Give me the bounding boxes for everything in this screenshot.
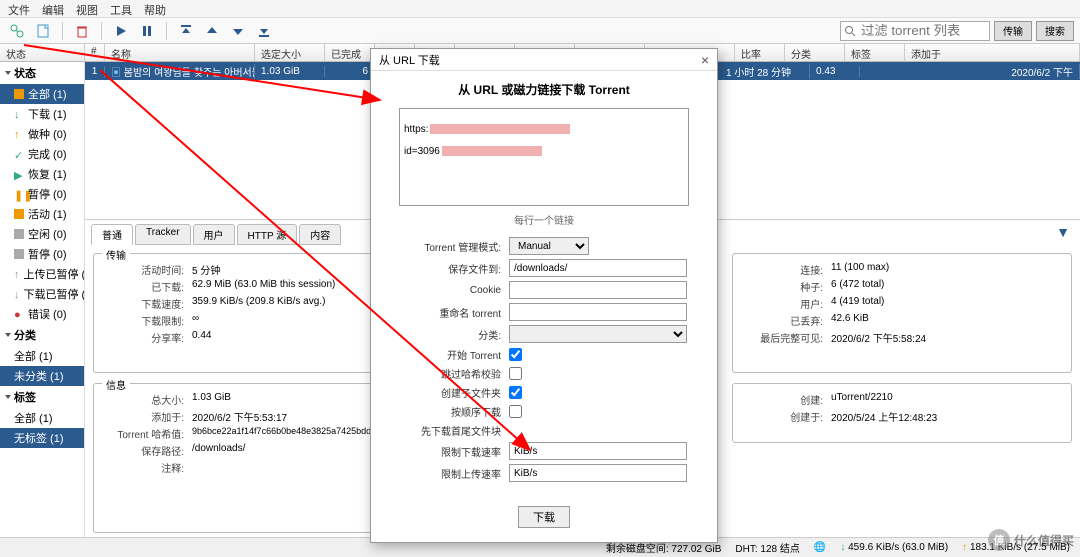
menu-edit[interactable]: 编辑 [42,2,64,15]
move-top-icon[interactable] [175,20,197,42]
add-link-icon[interactable] [6,20,28,42]
sidebar-status-header: 状态 [14,65,36,81]
move-bottom-icon[interactable] [253,20,275,42]
col-category[interactable]: 分类 [785,44,845,61]
sidebar-all[interactable]: 全部 (1) [0,84,84,104]
add-url-dialog: 从 URL 下载 × 从 URL 或磁力链接下载 Torrent https: … [370,48,718,543]
watermark: 值什么值得买 [988,529,1074,551]
sidebar-tag-all[interactable]: 全部 (1) [0,408,84,428]
menu-help[interactable]: 帮助 [144,2,166,15]
download-button[interactable]: 下载 [518,506,570,528]
resume-icon[interactable] [110,20,132,42]
transfer-panel: 传输 活动时间:5 分钟 已下载:62.9 MiB (63.0 MiB this… [93,253,403,373]
sidebar-category-header: 分类 [14,327,36,343]
sidebar-active[interactable]: 活动 (1) [0,204,84,224]
creation-panel: 创建:uTorrent/2210 创建于:2020/5/24 上午12:48:2… [732,383,1072,443]
dialog-heading: 从 URL 或磁力链接下载 Torrent [371,71,717,108]
tab-tracker[interactable]: Tracker [135,224,191,245]
sidebar-tag-untagged[interactable]: 无标签 (1) [0,428,84,448]
url-textarea[interactable]: https: id=3096 [399,108,689,206]
sidebar: 状态 全部 (1) ↓下载 (1) ↑做种 (0) ✓完成 (0) ▶恢复 (1… [0,62,85,537]
category-select[interactable] [509,325,687,343]
toolbar: 传输 搜索 [0,18,1080,44]
saveto-input[interactable] [509,259,687,277]
info-panel: 信息 总大小:1.03 GiB 添加于:2020/6/2 下午5:53:17 T… [93,383,403,533]
start-checkbox[interactable] [509,348,522,361]
sidebar-seeding[interactable]: ↑做种 (0) [0,124,84,144]
col-status[interactable]: 状态 [0,44,85,61]
ullimit-input[interactable] [509,464,687,482]
tab-general[interactable]: 普通 [91,224,133,245]
sidebar-cat-all[interactable]: 全部 (1) [0,346,84,366]
seqdl-checkbox[interactable] [509,405,522,418]
tab-content[interactable]: 内容 [299,224,341,245]
delete-icon[interactable] [71,20,93,42]
menu-file[interactable]: 文件 [8,2,30,15]
collapse-icon[interactable]: ▼ [1056,224,1070,245]
mode-select[interactable]: Manual [509,237,589,255]
col-tags[interactable]: 标签 [845,44,905,61]
search-button[interactable]: 搜索 [1036,21,1074,41]
sidebar-downloading[interactable]: ↓下载 (1) [0,104,84,124]
sidebar-ul-paused[interactable]: ↑上传已暂停 (0) [0,264,84,284]
sidebar-dl-paused[interactable]: ↓下载已暂停 (0) [0,284,84,304]
cookie-input[interactable] [509,281,687,299]
menu-view[interactable]: 视图 [76,2,98,15]
col-size[interactable]: 选定大小 [255,44,325,61]
subfolder-checkbox[interactable] [509,386,522,399]
sidebar-stalled[interactable]: 暂停 (0) [0,244,84,264]
dht-status: DHT: 128 结点 [735,540,799,555]
col-num[interactable]: # [85,44,105,61]
dl-rate[interactable]: ↓ 459.6 KiB/s (63.0 MiB) [840,542,948,553]
close-icon[interactable]: × [701,52,709,68]
add-file-icon[interactable] [32,20,54,42]
tab-http[interactable]: HTTP 源 [237,224,298,245]
move-up-icon[interactable] [201,20,223,42]
move-down-icon[interactable] [227,20,249,42]
sidebar-resumed[interactable]: ▶恢复 (1) [0,164,84,184]
skiphash-checkbox[interactable] [509,367,522,380]
col-name[interactable]: 名称 [105,44,255,61]
transfers-button[interactable]: 传输 [994,21,1032,41]
pause-icon[interactable] [136,20,158,42]
col-done[interactable]: 已完成 [325,44,375,61]
conn-panel: 连接:11 (100 max) 种子:6 (472 total) 用户:4 (4… [732,253,1072,373]
sidebar-errored[interactable]: ●错误 (0) [0,304,84,324]
rename-input[interactable] [509,303,687,321]
sidebar-cat-uncategorized[interactable]: 未分类 (1) [0,366,84,386]
dialog-hint: 每行一个链接 [371,212,717,227]
connection-icon[interactable]: 🌐 [814,542,826,553]
tab-peers[interactable]: 用户 [193,224,235,245]
sidebar-paused[interactable]: ❚❚暂停 (0) [0,184,84,204]
col-ratio[interactable]: 比率 [735,44,785,61]
dllimit-input[interactable] [509,442,687,460]
sidebar-tags-header: 标签 [14,389,36,405]
col-added[interactable]: 添加于 [905,44,1080,61]
menubar: 文件 编辑 视图 工具 帮助 [0,0,1080,18]
sidebar-idle[interactable]: 空闲 (0) [0,224,84,244]
dialog-title: 从 URL 下载 [379,52,440,68]
menu-tools[interactable]: 工具 [110,2,132,15]
filter-input[interactable] [840,21,990,41]
sidebar-completed[interactable]: ✓完成 (0) [0,144,84,164]
